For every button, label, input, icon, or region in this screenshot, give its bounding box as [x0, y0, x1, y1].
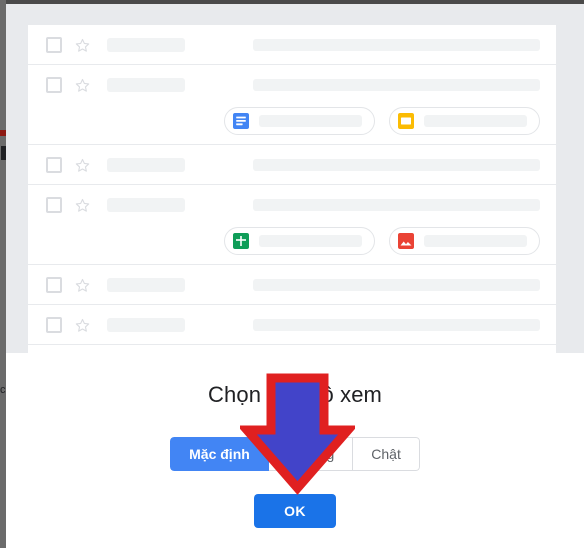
- sender-placeholder-bar: [107, 198, 185, 212]
- star-outline-icon[interactable]: [74, 197, 91, 214]
- star-outline-icon[interactable]: [74, 277, 91, 294]
- ok-button[interactable]: OK: [254, 494, 336, 528]
- table-row[interactable]: [28, 185, 556, 265]
- star-outline-icon[interactable]: [74, 77, 91, 94]
- attachment-name-placeholder-bar: [424, 235, 527, 247]
- image-attachment-icon: [398, 233, 414, 249]
- subject-placeholder-bar: [253, 39, 540, 51]
- mail-list-preview-panel: [28, 25, 556, 354]
- subject-placeholder-bar: [253, 79, 540, 91]
- table-row[interactable]: [28, 145, 556, 185]
- table-row[interactable]: [28, 265, 556, 305]
- segmented-control: Mặc định Thoáng Chật: [170, 437, 420, 471]
- sender-placeholder-bar: [107, 278, 185, 292]
- dialog-footer: Chọn chế độ xem Mặc định Thoáng Chật OK: [6, 353, 584, 548]
- attachment-name-placeholder-bar: [424, 115, 527, 127]
- checkbox-unchecked-icon[interactable]: [46, 197, 62, 213]
- subject-placeholder-bar: [253, 319, 540, 331]
- view-preview-area: [6, 4, 584, 354]
- table-row[interactable]: [28, 25, 556, 65]
- subject-placeholder-bar: [253, 199, 540, 211]
- star-outline-icon[interactable]: [74, 317, 91, 334]
- sender-placeholder-bar: [107, 38, 185, 52]
- star-outline-icon[interactable]: [74, 157, 91, 174]
- checkbox-unchecked-icon[interactable]: [46, 157, 62, 173]
- attachment-chip[interactable]: [224, 107, 375, 135]
- attachment-chip-group: [28, 227, 556, 255]
- subject-placeholder-bar: [253, 279, 540, 291]
- checkbox-unchecked-icon[interactable]: [46, 317, 62, 333]
- table-row[interactable]: [28, 305, 556, 345]
- view-option-default[interactable]: Mặc định: [170, 437, 269, 471]
- checkbox-unchecked-icon[interactable]: [46, 37, 62, 53]
- checkbox-unchecked-icon[interactable]: [46, 77, 62, 93]
- subject-placeholder-bar: [253, 159, 540, 171]
- attachment-chip[interactable]: [389, 227, 540, 255]
- view-option-comfortable[interactable]: Thoáng: [268, 437, 354, 471]
- sender-placeholder-bar: [107, 78, 185, 92]
- sender-placeholder-bar: [107, 318, 185, 332]
- attachment-chip[interactable]: [224, 227, 375, 255]
- view-density-selector: Mặc định Thoáng Chật: [6, 437, 584, 471]
- view-option-compact[interactable]: Chật: [353, 437, 420, 471]
- attachment-name-placeholder-bar: [259, 115, 362, 127]
- google-slides-icon: [398, 113, 414, 129]
- dialog-actions: OK: [6, 494, 584, 528]
- dialog-title: Chọn chế độ xem: [208, 382, 382, 407]
- table-row[interactable]: [28, 65, 556, 145]
- attachment-chip-group: [28, 107, 556, 135]
- checkbox-unchecked-icon[interactable]: [46, 277, 62, 293]
- attachment-chip[interactable]: [389, 107, 540, 135]
- google-sheets-icon: [233, 233, 249, 249]
- sender-placeholder-bar: [107, 158, 185, 172]
- star-outline-icon[interactable]: [74, 37, 91, 54]
- attachment-name-placeholder-bar: [259, 235, 362, 247]
- choose-view-dialog: Chọn chế độ xem Mặc định Thoáng Chật OK: [6, 4, 584, 548]
- google-docs-icon: [233, 113, 249, 129]
